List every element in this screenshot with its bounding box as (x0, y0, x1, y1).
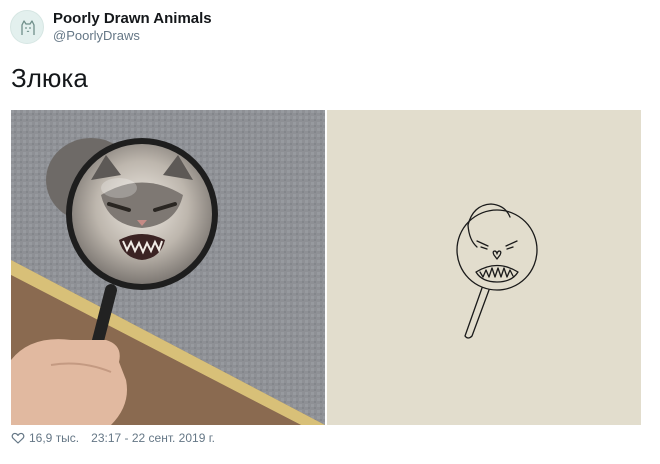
like-count[interactable]: 16,9 тыс. (29, 431, 79, 445)
cat-magnifier-photo (11, 110, 325, 425)
tweet-footer: 16,9 тыс. 23:17 - 22 сент. 2019 г. (11, 428, 215, 448)
author-handle[interactable]: @PoorlyDraws (53, 28, 212, 44)
avatar[interactable] (10, 10, 44, 44)
cat-drawing[interactable] (327, 110, 641, 425)
angry-doodle-drawing (456, 203, 538, 339)
tweet-header: Poorly Drawn Animals @PoorlyDraws (10, 7, 212, 47)
tweet-text: Злюка (11, 63, 88, 93)
cat-doodle-icon (21, 20, 35, 35)
timestamp[interactable]: 23:17 - 22 сент. 2019 г. (91, 431, 215, 445)
author-display-name[interactable]: Poorly Drawn Animals (53, 10, 212, 28)
cat-photo[interactable] (11, 110, 325, 425)
tweet-media (11, 110, 641, 425)
heart-icon[interactable] (11, 431, 25, 445)
